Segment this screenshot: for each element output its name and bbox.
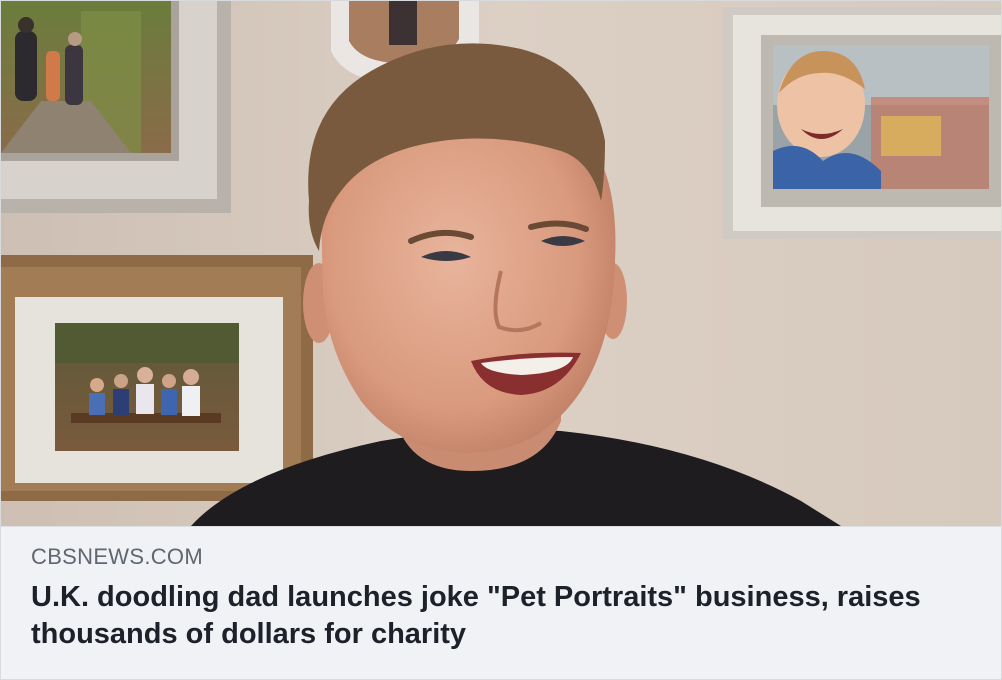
thumbnail-photo [1, 1, 1001, 526]
article-headline[interactable]: U.K. doodling dad launches joke "Pet Por… [31, 579, 971, 653]
source-domain: CBSNEWS.COM [31, 544, 203, 569]
link-preview-card[interactable]: CBSNEWS.COM U.K. doodling dad launches j… [0, 0, 1002, 680]
link-preview-text[interactable]: CBSNEWS.COM U.K. doodling dad launches j… [1, 526, 1001, 679]
wall-photo-toddler [723, 7, 1001, 239]
article-thumbnail[interactable] [1, 1, 1001, 526]
wall-photo-family-walk [1, 1, 231, 213]
wall-photo-group [1, 255, 313, 501]
